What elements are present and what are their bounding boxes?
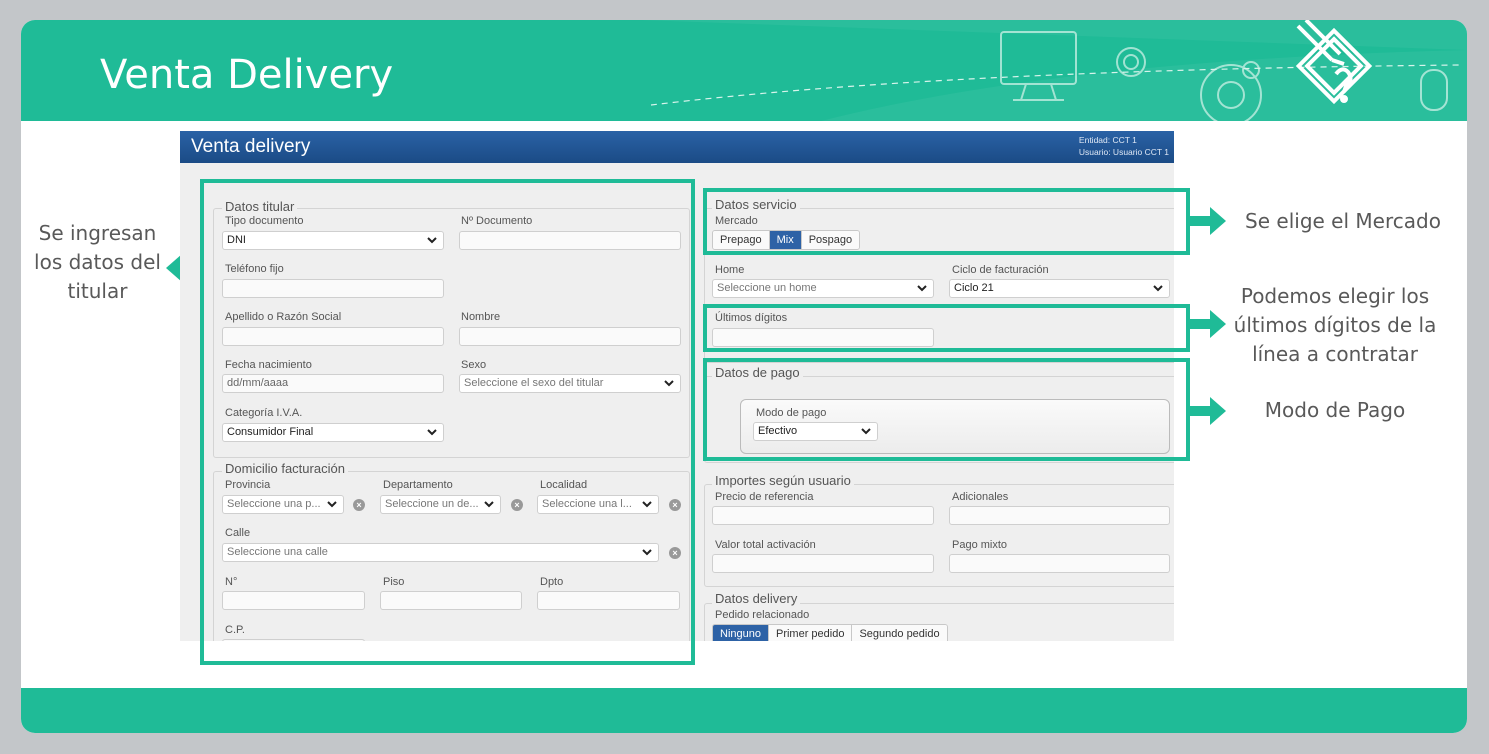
pago-mixto-input[interactable] [949,554,1170,573]
entidad-text: Entidad: CCT 1 [1078,135,1137,145]
annotation-pago: Modo de Pago [1264,398,1406,422]
delivery-legend: Datos delivery [712,591,801,606]
highlight-mercado [703,188,1190,255]
arrow-right-icon [1188,397,1226,425]
adicionales-label: Adicionales [952,491,1009,503]
home-placeholder: Seleccione un home [717,282,817,294]
chevron-down-icon [1153,285,1163,292]
usuario-text: Usuario: Usuario CCT 1 [1078,147,1169,157]
importes-legend: Importes según usuario [712,473,854,488]
app-title: Venta delivery [191,136,311,157]
pedido-selector: Ninguno Primer pedido Segundo pedido [712,624,948,641]
highlight-pago [703,358,1190,461]
precio-referencia-input[interactable] [712,506,934,525]
ciclo-select[interactable]: Ciclo 21 [949,279,1170,298]
arrow-right-icon [1188,310,1226,338]
highlight-digitos [703,304,1190,352]
home-select[interactable]: Seleccione un home [712,279,934,298]
slide-title: Venta Delivery [100,52,394,98]
edit-document-icon [1295,20,1373,105]
chevron-down-icon [917,285,927,292]
annotation-digitos: Podemos elegir los últimos dígitos de la… [1233,284,1437,366]
precio-referencia-label: Precio de referencia [715,491,814,503]
pago-mixto-label: Pago mixto [952,539,1008,551]
slide-footer [21,688,1467,733]
pedido-relacionado-label: Pedido relacionado [715,609,810,621]
app-title-bar: Venta delivery Entidad: CCT 1 Usuario: U… [180,131,1174,163]
pedido-option-ninguno[interactable]: Ninguno [713,625,769,641]
annotation-mercado: Se elige el Mercado [1245,209,1441,233]
valor-activacion-input[interactable] [712,554,934,573]
arrow-right-icon [1188,207,1226,235]
pedido-option-segundo[interactable]: Segundo pedido [852,625,947,641]
slide-header: Venta Delivery [21,20,1467,121]
adicionales-input[interactable] [949,506,1170,525]
highlight-titular [200,179,695,665]
valor-activacion-label: Valor total activación [715,539,816,551]
ciclo-value: Ciclo 21 [954,282,994,294]
home-label: Home [715,264,745,276]
ciclo-label: Ciclo de facturación [952,264,1049,276]
user-info: Entidad: CCT 1 Usuario: Usuario CCT 1 [1079,134,1169,158]
pedido-option-primer[interactable]: Primer pedido [768,625,853,641]
annotation-titular: Se ingresan los datos del titular [34,221,161,303]
